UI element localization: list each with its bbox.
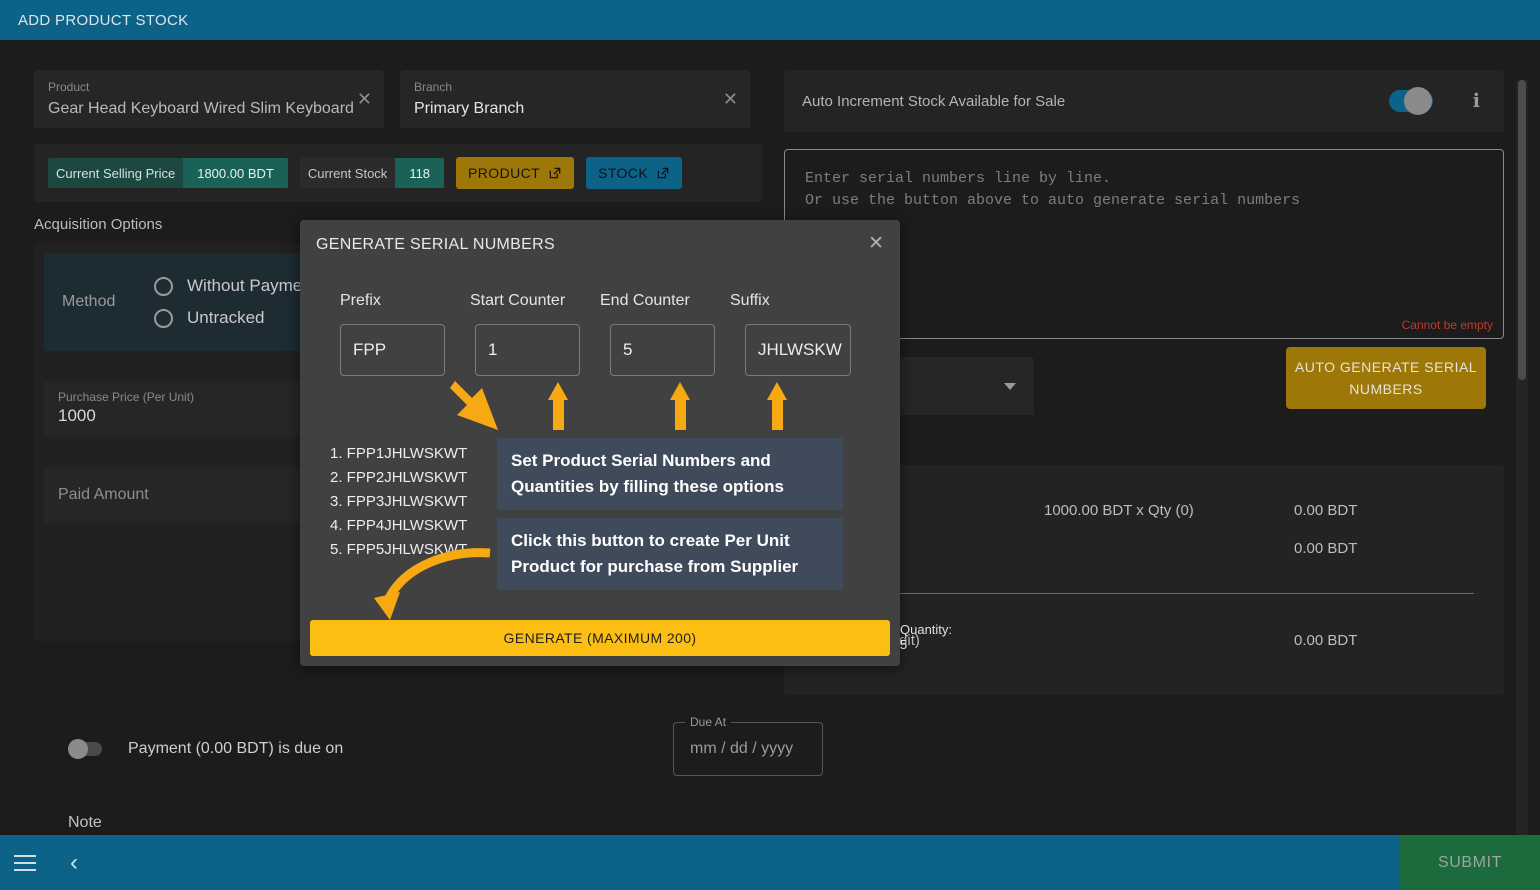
method-label: Method [62,293,116,310]
chip-current-stock: Current Stock 118 [299,158,445,188]
app-root: ADD PRODUCT STOCK Product Gear Head Keyb… [0,0,1540,890]
generator-field-labels: Prefix Start Counter End Counter Suffix [300,292,900,310]
due-at-legend: Due At [685,715,732,729]
chip-value: 118 [395,158,445,188]
callout-set-serial-numbers: Set Product Serial Numbers and Quantitie… [497,438,843,510]
top-app-bar: ADD PRODUCT STOCK [0,0,1540,40]
list-item: 2. FPP2JHLWSKWT [330,469,468,486]
callout-click-button: Click this button to create Per Unit Pro… [497,518,843,590]
prefix-input[interactable]: FPP [340,324,445,376]
radio-untracked[interactable]: Untracked [154,308,316,328]
stock-link-label: STOCK [598,165,649,181]
branch-label: Branch [414,80,453,94]
auto-increment-label: Auto Increment Stock Available for Sale [802,92,1066,110]
totals-row: e 1000.00 BDT x Qty (0) 0.00 BDT [814,491,1474,529]
external-link-icon [657,167,669,179]
generate-serial-numbers-dialog: GENERATE SERIAL NUMBERS ✕ Prefix Start C… [300,220,952,666]
branch-field[interactable]: Branch Primary Branch ✕ [400,70,750,128]
prefix-label: Prefix [340,292,381,309]
method-radio-group: Without Payment Untracked [154,276,316,328]
end-counter-label: End Counter [600,292,690,309]
due-on-credit-amount: 0.00 BDT [1294,631,1358,649]
hamburger-menu-icon[interactable] [14,850,36,876]
external-link-icon [549,167,561,179]
product-clear-icon[interactable]: ✕ [357,90,372,108]
arrow-to-start-counter [553,395,564,430]
start-counter-input[interactable]: 1 [475,324,580,376]
chip-key: Current Selling Price [48,158,184,188]
product-value: Gear Head Keyboard Wired Slim Keyboard [48,100,354,117]
totals-row-amount: 0.00 BDT [1294,501,1358,519]
auto-increment-toggle[interactable] [1388,87,1433,115]
submit-button[interactable]: SUBMIT [1400,835,1540,890]
list-item: 1. FPP1JHLWSKWT [330,445,468,462]
totals-row-formula: 1000.00 BDT x Qty (0) [1044,501,1194,519]
arrow-to-suffix [772,395,783,430]
serial-textarea-error: Cannot be empty [1401,318,1493,332]
radio-circle-icon [154,308,173,328]
branch-clear-icon[interactable]: ✕ [723,90,738,108]
list-item: 3. FPP3JHLWSKWT [330,493,468,510]
payment-due-label: Payment (0.00 BDT) is due on [128,740,344,757]
chevron-left-icon[interactable]: ‹ [70,850,78,875]
totals-row-amount: 0.00 BDT [1294,539,1358,557]
radio-label: Untracked [187,308,265,327]
serial-textarea-placeholder: Enter serial numbers line by line. Or us… [805,170,1301,209]
page-title: ADD PRODUCT STOCK [18,11,189,29]
chip-key: Current Stock [299,158,396,188]
arrow-to-end-counter [675,395,686,430]
dialog-title: GENERATE SERIAL NUMBERS [316,236,555,253]
chip-value: 1800.00 BDT [183,158,288,188]
info-icon[interactable]: ℹ [1473,90,1480,113]
chevron-down-icon [1004,383,1016,390]
stock-link-button[interactable]: STOCK [586,157,683,189]
generator-inputs-row: FPP 1 5 JHLWSKW [300,324,900,376]
radio-circle-icon [154,276,173,296]
suffix-label: Suffix [730,292,770,309]
note-label: Note [68,814,102,831]
list-item: 4. FPP4JHLWSKWT [330,517,468,534]
totals-row: 0.00 BDT [814,529,1474,567]
radio-label: Without Payment [187,276,317,295]
product-label: Product [48,80,90,94]
dialog-header: GENERATE SERIAL NUMBERS [300,220,900,270]
generate-button[interactable]: GENERATE (MAXIMUM 200) [310,620,890,656]
payment-due-toggle[interactable] [68,739,102,759]
auto-generate-serial-button[interactable]: AUTO GENERATE SERIAL NUMBERS [1286,347,1486,409]
serial-preview-list: 1. FPP1JHLWSKWT 2. FPP2JHLWSKWT 3. FPP3J… [330,442,467,562]
paid-amount-placeholder: Paid Amount [58,486,149,503]
due-at-field[interactable]: Due At mm / dd / yyyy [673,715,823,776]
product-link-button[interactable]: PRODUCT [456,157,575,189]
branch-value: Primary Branch [414,100,525,117]
quantity-label: Quantity: 5 [900,622,953,652]
chip-current-selling-price: Current Selling Price 1800.00 BDT [48,158,288,188]
payment-due-row: Payment (0.00 BDT) is due on Due At mm /… [68,715,823,780]
product-field[interactable]: Product Gear Head Keyboard Wired Slim Ke… [34,70,384,128]
due-at-placeholder: mm / dd / yyyy [690,740,794,757]
arrow-to-prefix [450,381,498,430]
list-item: 5. FPP5JHLWSKWT [330,541,468,558]
radio-without-payment[interactable]: Without Payment [154,276,316,296]
suffix-input[interactable]: JHLWSKW [745,324,851,376]
bottom-app-bar: ‹ SUBMIT [0,835,1540,890]
start-counter-label: Start Counter [470,292,566,309]
product-link-label: PRODUCT [468,165,541,181]
totals-divider [814,593,1474,594]
scrollbar-thumb[interactable] [1518,80,1526,380]
end-counter-input[interactable]: 5 [610,324,715,376]
top-fields-row: Product Gear Head Keyboard Wired Slim Ke… [34,70,762,128]
page-scrollbar[interactable] [1516,80,1528,875]
dialog-close-icon[interactable]: ✕ [864,230,888,257]
auto-increment-row: Auto Increment Stock Available for Sale … [784,70,1504,132]
info-chips-bar: Current Selling Price 1800.00 BDT Curren… [34,144,762,202]
